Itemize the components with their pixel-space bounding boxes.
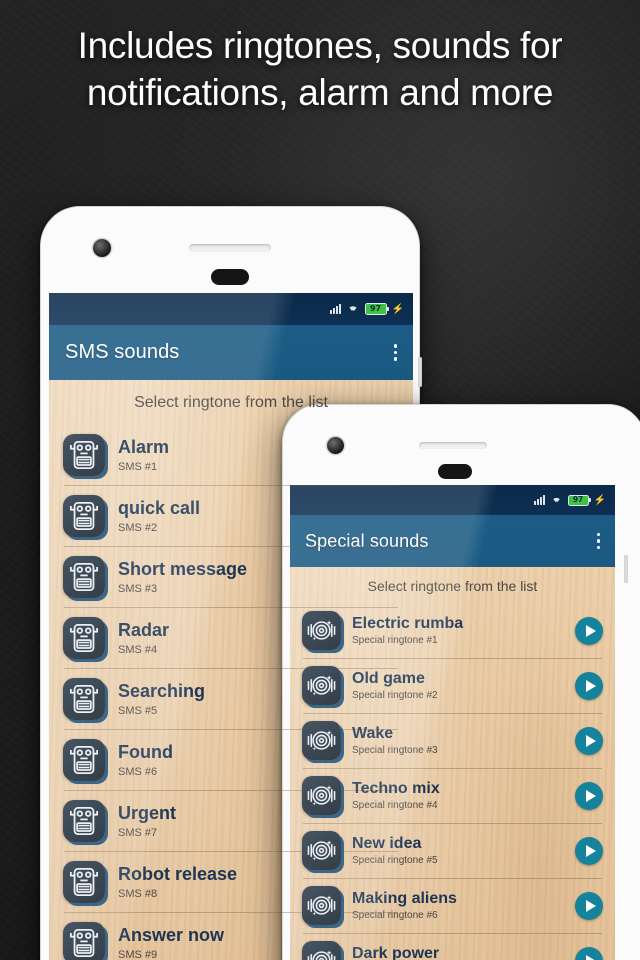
speaker-sound-icon: [302, 831, 341, 870]
list-item-title: Alarm: [118, 436, 170, 457]
speaker-sound-icon: [302, 666, 341, 705]
power-button[interactable]: [418, 357, 422, 387]
list-item-subtitle: SMS #2: [118, 521, 158, 534]
list-item[interactable]: Old game Special ringtone #2: [290, 658, 615, 713]
list-item-subtitle: Special ringtone #4: [352, 800, 438, 811]
kebab-menu-icon[interactable]: [393, 342, 397, 362]
robot-sms-icon: [63, 799, 105, 842]
list-item[interactable]: Wake Special ringtone #3: [290, 713, 615, 768]
headline-line-2: notifications, alarm and more: [86, 72, 554, 114]
list-item[interactable]: New idea Special ringtone #5: [290, 823, 615, 878]
robot-sms-icon: [63, 433, 105, 476]
earpiece-speaker: [189, 244, 271, 252]
charging-bolt-icon: ⚡: [391, 303, 404, 315]
phone-a-title: SMS sounds: [65, 341, 180, 363]
phone-a-statusbar: 97 ⚡: [49, 293, 413, 325]
list-item-title: Electric rumba: [352, 615, 464, 632]
robot-sms-icon: [63, 921, 105, 960]
play-button-icon[interactable]: [575, 726, 603, 755]
kebab-menu-icon[interactable]: [596, 531, 600, 550]
charging-bolt-icon: ⚡: [593, 494, 606, 506]
list-item-title: quick call: [118, 497, 201, 518]
robot-sms-icon: [63, 494, 105, 537]
list-item-texts: New idea Special ringtone #5: [352, 835, 575, 866]
list-item-subtitle: Special ringtone #5: [352, 855, 438, 866]
list-item-texts: Dark powerSpecial ringtone #7: [352, 945, 575, 960]
play-button-icon[interactable]: [575, 616, 603, 645]
earpiece-speaker: [419, 442, 487, 449]
phone-b-ringtone-list: Electric rumba Special ringtone #1 Old ga…: [290, 603, 615, 960]
wifi-icon: [346, 302, 360, 316]
power-button[interactable]: [624, 555, 628, 583]
list-item-texts: Old game Special ringtone #2: [352, 670, 575, 701]
robot-sms-icon: [63, 860, 105, 903]
play-button-icon[interactable]: [575, 781, 603, 810]
phone-a-appbar: SMS sounds: [49, 325, 413, 380]
list-item[interactable]: Electric rumba Special ringtone #1: [290, 603, 615, 658]
speaker-sound-icon: [302, 611, 341, 650]
robot-sms-icon: [63, 677, 105, 720]
list-item[interactable]: Alarm SMS #1: [49, 424, 413, 485]
list-item[interactable]: Techno mix Special ringtone #4: [290, 768, 615, 823]
list-item-subtitle: Special ringtone #2: [352, 690, 438, 701]
list-item-title: New idea: [352, 835, 422, 852]
list-item-subtitle: Special ringtone #3: [352, 745, 438, 756]
list-item-texts: Techno mix Special ringtone #4: [352, 780, 575, 811]
list-item-subtitle: Special ringtone #6: [352, 910, 438, 921]
speaker-sound-icon: [302, 941, 341, 960]
speaker-sound-icon: [302, 721, 341, 760]
phone-a-subtitle: Select ringtone from the list: [134, 394, 328, 411]
battery-indicator: 97: [567, 494, 591, 506]
signal-bars-icon: [329, 304, 341, 314]
front-camera-icon: [93, 239, 111, 257]
sensor-pill: [438, 464, 472, 479]
list-item-texts: quick call SMS #2: [118, 498, 399, 534]
list-item-subtitle: Special ringtone #1: [352, 635, 438, 646]
robot-sms-icon: [63, 616, 105, 659]
list-item[interactable]: quick call SMS #2: [49, 485, 413, 546]
play-button-icon[interactable]: [575, 671, 603, 700]
list-item[interactable]: Making aliens Special ringtone #6: [290, 878, 615, 933]
signal-bars-icon: [533, 495, 545, 505]
list-item-texts: Making aliens Special ringtone #6: [352, 890, 575, 921]
robot-sms-icon: [63, 555, 105, 598]
speaker-sound-icon: [302, 776, 341, 815]
list-item-title: Dark power: [352, 945, 440, 960]
phone-b-content: Select ringtone from the list Electric r…: [290, 567, 615, 960]
list-item-texts: Electric rumba Special ringtone #1: [352, 615, 575, 646]
battery-indicator: 97: [364, 303, 389, 315]
sensor-pill: [211, 269, 249, 285]
list-item-title: Old game: [352, 670, 425, 687]
wifi-icon: [550, 494, 563, 507]
play-button-icon[interactable]: [575, 891, 603, 920]
play-button-icon[interactable]: [575, 836, 603, 865]
list-item-title: Techno mix: [352, 780, 440, 797]
list-item-title: Making aliens: [352, 890, 457, 907]
list-item-title: Wake: [352, 725, 394, 742]
promo-headline: Includes ringtones, sounds for notificat…: [0, 22, 640, 117]
speaker-sound-icon: [302, 886, 341, 925]
play-button-icon[interactable]: [575, 946, 603, 960]
phone-b-subtitle: Select ringtone from the list: [367, 578, 538, 594]
list-item-texts: Wake Special ringtone #3: [352, 725, 575, 756]
headline-line-1: Includes ringtones, sounds for: [77, 25, 563, 66]
robot-sms-icon: [63, 738, 105, 781]
list-item-subtitle: SMS #1: [118, 460, 158, 473]
list-item-texts: Alarm SMS #1: [118, 437, 399, 473]
list-item[interactable]: Dark powerSpecial ringtone #7: [290, 933, 615, 960]
